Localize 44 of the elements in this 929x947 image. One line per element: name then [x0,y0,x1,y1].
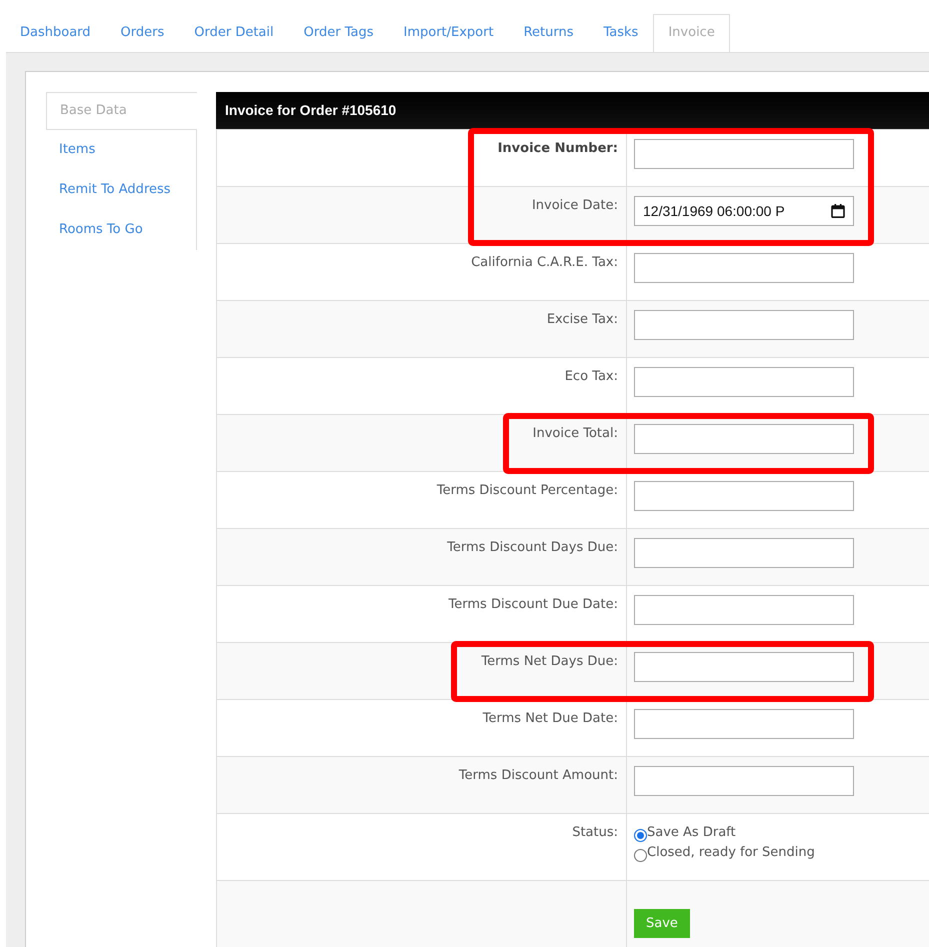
date-field[interactable]: 12/31/1969 06:00:00 P [634,196,854,226]
nav-tab[interactable]: Order Detail [179,14,289,52]
field-label: California C.A.R.E. Tax: [471,254,618,272]
field-label: Invoice Total: [532,425,618,443]
text-field[interactable] [634,709,854,739]
field-label: Invoice Date: [532,197,618,215]
field-label: Eco Tax: [564,368,618,386]
nav-tab[interactable]: Returns [508,14,588,52]
text-field[interactable] [634,367,854,397]
field-label: Invoice Number: [498,140,618,158]
nav-tab[interactable]: Order Tags [288,14,388,52]
sidebar-tab[interactable]: Rooms To Go [46,210,197,250]
field-label: Excise Tax: [546,311,618,329]
nav-tab[interactable]: Invoice [653,14,730,52]
nav-tab[interactable]: Orders [106,14,180,52]
nav-tab[interactable]: Import/Export [388,14,509,52]
text-field[interactable] [634,652,854,682]
nav-tab[interactable]: Tasks [588,14,654,52]
text-field[interactable] [634,595,854,625]
field-label: Terms Net Days Due: [481,653,618,671]
option-label: Closed, ready for Sending [647,844,815,862]
field-label: Terms Net Due Date: [482,710,618,728]
field-label: Status: [572,824,618,842]
text-field[interactable] [634,139,854,169]
field-label: Terms Discount Percentage: [436,482,618,500]
text-field[interactable] [634,424,854,454]
sidebar-tab[interactable]: Remit To Address [46,170,197,210]
text-field[interactable] [634,538,854,568]
table-header: Invoice for Order #105610 [216,92,929,129]
text-field[interactable] [634,253,854,283]
calendar-icon[interactable] [831,204,845,218]
field-label: Terms Discount Days Due: [447,539,618,557]
save-button[interactable]: Save [634,909,690,938]
text-field[interactable] [634,481,854,511]
text-field[interactable] [634,310,854,340]
nav-tab[interactable]: Dashboard [5,14,106,52]
sidebar-tab[interactable]: Items [46,130,197,170]
radio-button[interactable] [634,829,647,842]
field-label: Terms Discount Due Date: [448,596,618,614]
option-label: Save As Draft [647,824,736,842]
radio-button[interactable] [634,849,647,862]
sidebar-tab[interactable]: Base Data [46,92,197,130]
text-field[interactable] [634,766,854,796]
field-label: Terms Discount Amount: [458,767,618,785]
